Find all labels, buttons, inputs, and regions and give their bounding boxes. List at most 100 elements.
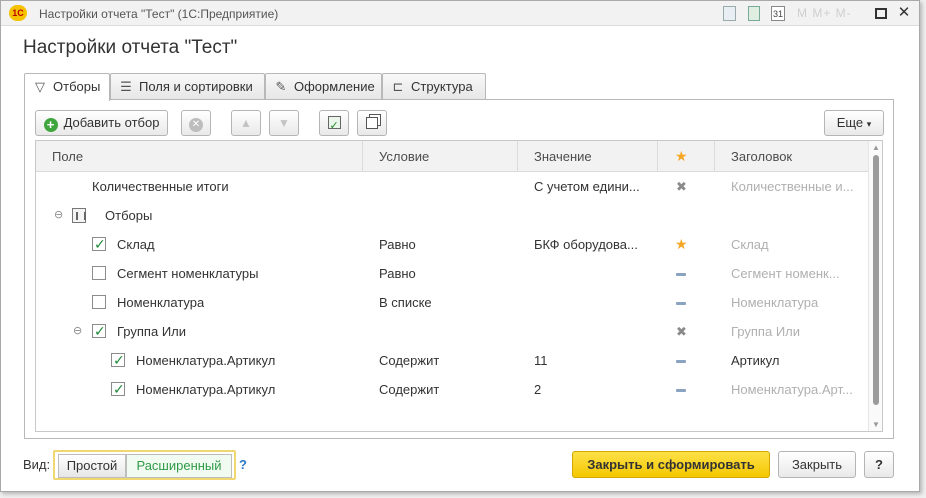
scrollbar-thumb[interactable] (873, 155, 879, 405)
move-up-button[interactable]: ▲ (231, 110, 261, 136)
view-simple-option[interactable]: Простой (58, 454, 126, 478)
filters-panel: + Добавить отбор ✕ ▲ ▼ Еще ▾ Поле Условие… (24, 99, 894, 439)
plus-icon: + (43, 118, 58, 132)
filters-table: Поле Условие Значение ★ Заголовок Количе… (35, 140, 883, 432)
row-checkbox[interactable] (92, 317, 106, 346)
scroll-up-icon[interactable]: ▲ (872, 143, 880, 152)
column-header-caption[interactable]: Заголовок (715, 141, 868, 172)
add-filter-label: Добавить отбор (63, 115, 160, 130)
row-value: БКФ оборудова... (534, 237, 638, 252)
row-caption: Номенклатура (731, 295, 819, 310)
tab-filters[interactable]: ▽ Отборы (24, 73, 110, 101)
table-row[interactable]: Склад Равно БКФ оборудова... ★ Склад (36, 230, 868, 259)
row-field: Номенклатура.Артикул (136, 353, 276, 368)
copy-button[interactable] (357, 110, 387, 136)
check-all-button[interactable] (319, 110, 349, 138)
tab-fields-sorting[interactable]: ☰ Поля и сортировки (110, 73, 265, 100)
column-header-star[interactable]: ★ (658, 141, 715, 172)
calculator-icon[interactable] (748, 6, 760, 21)
row-dash-icon[interactable] (676, 346, 686, 375)
tab-label: Поля и сортировки (139, 79, 253, 94)
row-field: Номенклатура.Артикул (136, 382, 276, 397)
row-caption: Артикул (731, 353, 780, 368)
scroll-down-icon[interactable]: ▼ (872, 420, 880, 429)
row-checkbox[interactable] (92, 295, 106, 309)
filter-group-icon (72, 208, 86, 223)
row-mark-x-icon[interactable]: ✖ (676, 172, 687, 201)
row-field: Номенклатура (117, 295, 205, 310)
close-and-generate-button[interactable]: Закрыть и сформировать (572, 451, 770, 478)
row-caption: Группа Или (731, 324, 801, 339)
column-header-value[interactable]: Значение (518, 141, 658, 172)
row-field: Отборы (105, 208, 153, 223)
report-settings-window: 1С Настройки отчета "Тест" (1С:Предприят… (0, 0, 920, 492)
row-condition: В списке (379, 295, 432, 310)
row-dash-icon[interactable] (676, 288, 686, 317)
vertical-scrollbar[interactable]: ▲ ▼ (868, 141, 882, 431)
check-all-icon (327, 114, 341, 138)
row-dash-icon[interactable] (676, 259, 686, 288)
collapse-icon[interactable]: ⊖ (73, 317, 82, 346)
memory-buttons[interactable]: М М+ М- (797, 6, 852, 20)
row-caption: Склад (731, 237, 769, 252)
help-button[interactable]: ? (864, 451, 894, 478)
row-field: Сегмент номенклатуры (117, 266, 259, 281)
tab-label: Оформление (294, 79, 375, 94)
row-checkbox[interactable] (92, 266, 106, 280)
row-condition: Содержит (379, 382, 440, 397)
close-window-button[interactable]: ✕ (896, 5, 912, 21)
form-title: Настройки отчета "Тест" (23, 37, 238, 58)
maximize-button[interactable] (875, 8, 887, 19)
row-mark-x-icon[interactable]: ✖ (676, 317, 687, 346)
arrow-up-icon: ▲ (240, 116, 252, 130)
row-condition: Равно (379, 237, 416, 252)
row-checkbox[interactable] (111, 375, 125, 404)
row-value: 2 (534, 382, 542, 397)
table-row[interactable]: Количественные итоги С учетом едини... ✖… (36, 172, 868, 201)
tree-icon: ⊏ (392, 79, 404, 94)
table-row[interactable]: ⊖ Отборы (36, 201, 868, 230)
row-field: Группа Или (117, 324, 187, 339)
brush-icon: ✎ (275, 79, 287, 94)
help-label: ? (875, 457, 883, 472)
tab-structure[interactable]: ⊏ Структура (382, 73, 486, 100)
funnel-icon: ▽ (35, 79, 45, 94)
table-header: Поле Условие Значение ★ Заголовок (36, 141, 868, 172)
column-header-field[interactable]: Поле (36, 141, 363, 172)
column-header-condition[interactable]: Условие (363, 141, 518, 172)
arrow-down-icon: ▼ (278, 116, 290, 130)
more-button[interactable]: Еще ▾ (824, 110, 884, 136)
delete-button[interactable]: ✕ (181, 110, 211, 136)
app-logo-icon: 1С (9, 5, 27, 21)
chevron-down-icon: ▾ (866, 119, 872, 129)
row-checkbox[interactable] (111, 346, 125, 375)
row-star-icon[interactable]: ★ (675, 230, 688, 259)
view-help-icon[interactable]: ? (239, 457, 247, 472)
tab-appearance[interactable]: ✎ Оформление (265, 73, 382, 100)
tab-label: Отборы (53, 79, 101, 94)
calendar-icon[interactable]: 31 (771, 6, 785, 21)
collapse-icon[interactable]: ⊖ (54, 201, 63, 230)
row-value: С учетом едини... (534, 179, 640, 194)
more-label: Еще (836, 115, 864, 130)
title-bar: 1С Настройки отчета "Тест" (1С:Предприят… (1, 1, 919, 26)
row-condition: Содержит (379, 353, 440, 368)
table-row[interactable]: Номенклатура.Артикул Содержит 2 Номенкла… (36, 375, 868, 404)
view-extended-option[interactable]: Расширенный (126, 454, 232, 478)
row-checkbox[interactable] (92, 230, 106, 259)
row-caption: Сегмент номенк... (731, 266, 840, 281)
view-label: Вид: (23, 457, 51, 472)
row-field: Количественные итоги (92, 179, 229, 194)
copy-icon (366, 117, 378, 129)
table-row[interactable]: Номенклатура В списке Номенклатура (36, 288, 868, 317)
table-row[interactable]: Номенклатура.Артикул Содержит 11 Артикул (36, 346, 868, 375)
move-down-button[interactable]: ▼ (269, 110, 299, 136)
table-row[interactable]: Сегмент номенклатуры Равно Сегмент номен… (36, 259, 868, 288)
window-title: Настройки отчета "Тест" (1С:Предприятие) (39, 7, 279, 21)
close-button[interactable]: Закрыть (778, 451, 856, 478)
table-row[interactable]: ⊖ Группа Или ✖ Группа Или (36, 317, 868, 346)
document-icon[interactable] (723, 6, 736, 21)
row-dash-icon[interactable] (676, 375, 686, 404)
add-filter-button[interactable]: + Добавить отбор (35, 110, 168, 136)
row-value: 11 (534, 353, 548, 368)
